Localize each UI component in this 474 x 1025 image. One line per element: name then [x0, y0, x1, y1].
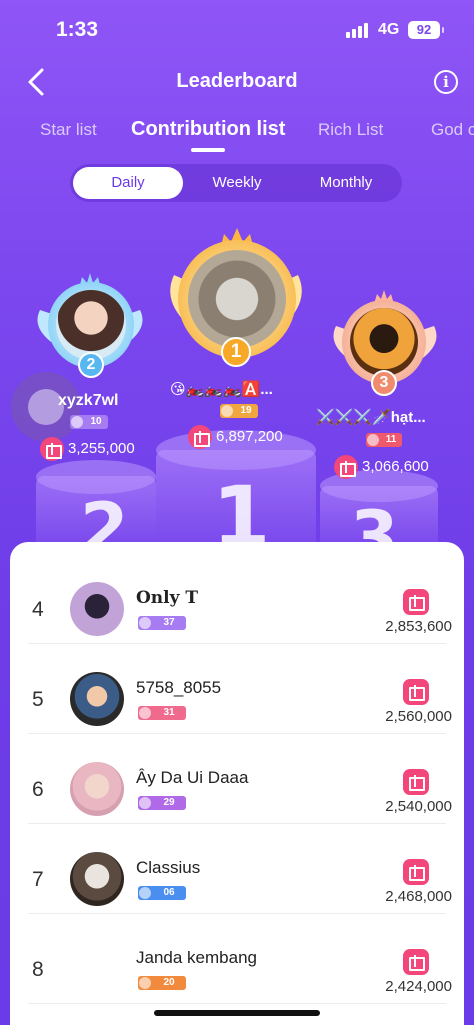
- status-time: 1:33: [56, 18, 99, 41]
- rank-number: 7: [32, 868, 44, 891]
- user-name: Janda kembang: [136, 948, 257, 967]
- contribution-value: 2,853,600: [385, 618, 452, 635]
- period-weekly[interactable]: Weekly: [182, 164, 292, 202]
- top-name-2[interactable]: xyzk7wl: [58, 392, 118, 410]
- rank-number: 6: [32, 778, 44, 801]
- ranking-list: 4 Only T 37 2,853,600 5 5758_8055 31 2,5…: [10, 542, 464, 1025]
- home-indicator[interactable]: [154, 1010, 320, 1016]
- tab-star-list[interactable]: Star list: [40, 120, 97, 140]
- score-rank-2: 3,255,000: [68, 440, 135, 457]
- list-item[interactable]: 5 5758_8055 31 2,560,000: [10, 644, 464, 734]
- rank-number: 8: [32, 958, 44, 981]
- list-item[interactable]: 6 Ây Da Ui Daaa 29 2,540,000: [10, 734, 464, 824]
- contribution-value: 2,560,000: [385, 708, 452, 725]
- score-rank-1: 6,897,200: [216, 428, 283, 445]
- list-item[interactable]: 7 Classius 06 2,468,000: [10, 824, 464, 914]
- network-label: 4G: [378, 21, 400, 38]
- period-daily[interactable]: Daily: [73, 167, 183, 199]
- level-badge-1: 19: [220, 404, 258, 418]
- tab-contribution-list[interactable]: Contribution list: [131, 118, 285, 141]
- avatar-rank-1[interactable]: [188, 250, 286, 348]
- info-button[interactable]: i: [434, 70, 458, 94]
- gift-icon: [403, 949, 429, 975]
- user-name: Classius: [136, 858, 201, 877]
- score-rank-3: 3,066,600: [362, 458, 429, 475]
- avatar[interactable]: [70, 852, 124, 906]
- gift-icon: [403, 769, 429, 795]
- contribution-value: 2,424,000: [385, 978, 452, 995]
- divider: [28, 1003, 446, 1004]
- level-badge-2: 10: [70, 415, 108, 429]
- list-item[interactable]: 8 Janda kembang 20 2,424,000: [10, 914, 464, 1004]
- tab-rich-list[interactable]: Rich List: [318, 120, 383, 140]
- rank-badge-1: 1: [221, 337, 251, 367]
- period-switch: Daily Weekly Monthly: [70, 164, 402, 202]
- gift-icon: [188, 425, 212, 449]
- level-badge: 31: [138, 706, 186, 720]
- rank-number: 4: [32, 598, 44, 621]
- avatar-rank-3[interactable]: [350, 308, 418, 376]
- user-name: Only T: [136, 588, 199, 608]
- rank-badge-2: 2: [78, 352, 104, 378]
- level-badge-3: 11: [366, 433, 402, 447]
- signal-icon: [346, 23, 368, 38]
- gift-icon: [403, 679, 429, 705]
- rank-badge-3: 3: [371, 370, 397, 396]
- gift-icon: [403, 589, 429, 615]
- level-badge: 37: [138, 616, 186, 630]
- avatar[interactable]: [70, 582, 124, 636]
- gift-icon: [403, 859, 429, 885]
- battery-icon: 92: [408, 21, 444, 39]
- tab-underline: [191, 148, 225, 152]
- gift-icon: [40, 437, 64, 461]
- contribution-value: 2,540,000: [385, 798, 452, 815]
- avatar[interactable]: [70, 672, 124, 726]
- info-icon: i: [443, 73, 449, 91]
- avatar[interactable]: [70, 762, 124, 816]
- status-bar: 1:33 4G 92: [0, 0, 474, 62]
- level-badge: 29: [138, 796, 186, 810]
- user-name: 5758_8055: [136, 678, 222, 697]
- period-monthly[interactable]: Monthly: [292, 164, 400, 202]
- level-badge: 20: [138, 976, 186, 990]
- top-name-1[interactable]: 😘🏍️🏍️🏍️🅰️...: [170, 380, 273, 398]
- avatar-rank-2[interactable]: [56, 290, 126, 360]
- rank-number: 5: [32, 688, 44, 711]
- level-badge: 06: [138, 886, 186, 900]
- user-name: Ây Da Ui Daaa: [136, 768, 249, 787]
- tab-bar: Star list Contribution list Rich List Go…: [0, 118, 474, 156]
- page-title: Leaderboard: [176, 70, 298, 92]
- top-name-3[interactable]: ⚔️⚔️⚔️🗡️hạt...: [316, 408, 426, 426]
- contribution-value: 2,468,000: [385, 888, 452, 905]
- tab-god[interactable]: God c: [431, 120, 474, 140]
- gift-icon: [334, 455, 358, 479]
- list-item[interactable]: 4 Only T 37 2,853,600: [10, 554, 464, 644]
